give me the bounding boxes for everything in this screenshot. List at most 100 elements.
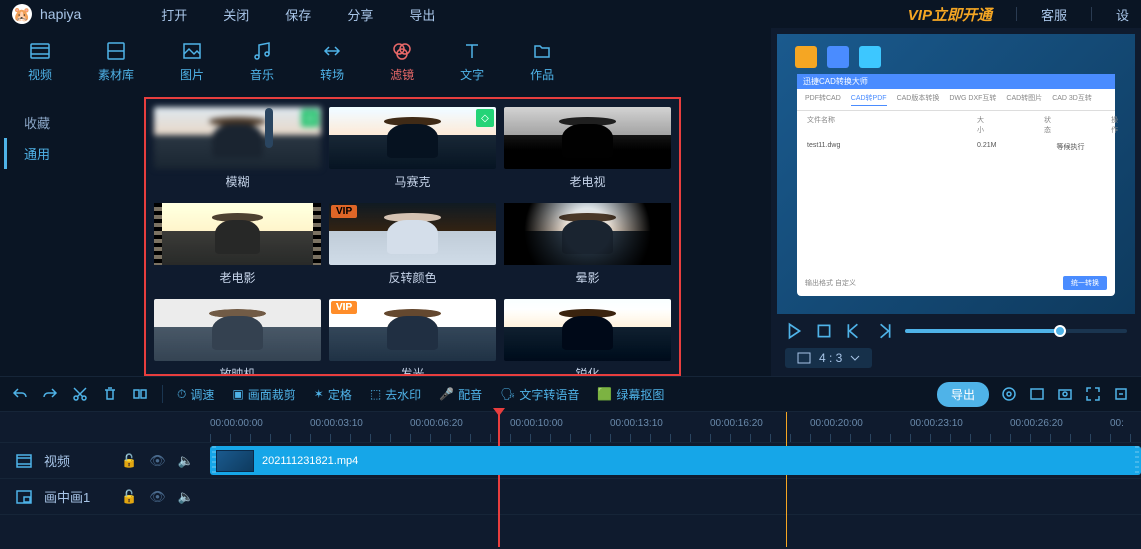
tab-text[interactable]: 文字 xyxy=(452,36,492,87)
next-button[interactable] xyxy=(875,322,893,340)
fit-icon[interactable] xyxy=(1085,386,1101,402)
tab-transition[interactable]: 转场 xyxy=(312,36,352,87)
filter-item[interactable]: 老电视 xyxy=(504,107,671,195)
cell-size: 0.21M xyxy=(977,142,996,152)
ruler-mark: 00:00:16:20 xyxy=(710,418,810,442)
stop-button[interactable] xyxy=(815,322,833,340)
separator xyxy=(162,385,163,403)
fullscreen-icon[interactable] xyxy=(1029,386,1045,402)
track-body[interactable] xyxy=(210,479,1141,514)
menu-export[interactable]: 导出 xyxy=(409,5,435,24)
nowm-icon: ⬚ xyxy=(370,387,381,401)
resource-tabs: 视频素材库图片音乐 转场滤镜文字 作品 xyxy=(0,28,771,87)
tab-library[interactable]: 素材库 xyxy=(90,36,142,87)
export-button[interactable]: 导出 xyxy=(937,382,989,407)
toolbar-label: 去水印 xyxy=(385,386,421,403)
filter-item[interactable]: 锐化 xyxy=(504,299,671,376)
sidebar-item-general[interactable]: 通用 xyxy=(4,138,144,169)
toolbar-label: 配音 xyxy=(458,386,482,403)
track-extra xyxy=(0,514,1141,532)
toolbar-matte[interactable]: 🟩绿幕抠图 xyxy=(597,386,664,403)
prev-button[interactable] xyxy=(845,322,863,340)
play-button[interactable] xyxy=(785,322,803,340)
filter-label: 晕影 xyxy=(575,269,599,286)
menu-close[interactable]: 关闭 xyxy=(223,5,249,24)
filter-label: 放映机 xyxy=(219,365,255,376)
support-link[interactable]: 客服 xyxy=(1041,5,1067,24)
freeze-icon: ✶ xyxy=(314,387,324,401)
ruler-mark: 00: xyxy=(1110,418,1141,442)
tab-video[interactable]: 视频 xyxy=(20,36,60,87)
ruler-mark: 00:00:23:10 xyxy=(910,418,1010,442)
lock-icon[interactable]: 🔓 xyxy=(121,489,137,505)
preview-table-row: test11.dwg 0.21M 等候执行 xyxy=(797,139,1115,155)
eye-icon[interactable]: 👁 xyxy=(149,489,166,505)
lock-icon[interactable]: 🔓 xyxy=(121,453,137,469)
preview-app-tabs: PDF转CADCAD转PDFCAD版本转换DWG DXF互转CAD转图片CAD … xyxy=(797,89,1115,111)
desktop-icon xyxy=(795,46,817,68)
track-body[interactable]: 202111231821.mp4 xyxy=(210,443,1141,478)
zoom-icon[interactable] xyxy=(1113,386,1129,402)
cut-button[interactable] xyxy=(72,386,88,402)
toolbar-freeze[interactable]: ✶定格 xyxy=(314,386,352,403)
eye-icon[interactable]: 👁 xyxy=(149,453,166,469)
preview-tab: CAD转PDF xyxy=(851,93,887,106)
filter-item[interactable]: VIP反转颜色 xyxy=(329,203,496,291)
settings-icon[interactable] xyxy=(1001,386,1017,402)
tab-label: 文字 xyxy=(460,66,484,83)
tab-image[interactable]: 图片 xyxy=(172,36,212,87)
menu-share[interactable]: 分享 xyxy=(347,5,373,24)
timeline: 00:00:00:0000:00:03:1000:00:06:2000:00:1… xyxy=(0,412,1141,532)
tab-works[interactable]: 作品 xyxy=(522,36,562,87)
col-size: 大小 xyxy=(977,115,984,135)
mute-icon[interactable]: 🔈 xyxy=(178,489,194,505)
redo-button[interactable] xyxy=(42,386,58,402)
time-ruler[interactable]: 00:00:00:0000:00:03:1000:00:06:2000:00:1… xyxy=(0,412,1141,442)
seek-handle[interactable] xyxy=(1054,325,1066,337)
toolbar-tts[interactable]: 🗣文字转语音 xyxy=(500,386,579,403)
filter-thumb: VIP xyxy=(329,299,496,361)
settings-link[interactable]: 设 xyxy=(1116,5,1129,24)
out-fmt-label: 输出格式 xyxy=(805,280,833,287)
tab-filter[interactable]: 滤镜 xyxy=(382,36,422,87)
ruler-mark: 00:00:03:10 xyxy=(310,418,410,442)
filter-label: 反转颜色 xyxy=(388,269,436,286)
toolbar-nowm[interactable]: ⬚ 去水印 xyxy=(370,386,421,403)
delete-button[interactable] xyxy=(102,386,118,402)
filter-item[interactable]: ◇马赛克 xyxy=(329,107,496,195)
scrollbar-thumb[interactable] xyxy=(265,108,273,148)
mute-icon[interactable]: 🔈 xyxy=(178,453,194,469)
menu-save[interactable]: 保存 xyxy=(285,5,311,24)
preview-table-header: 文件名称 大小 状态 操作 xyxy=(797,111,1115,139)
video-clip[interactable]: 202111231821.mp4 xyxy=(210,446,1141,475)
chevron-down-icon xyxy=(850,355,860,361)
snapshot-icon[interactable] xyxy=(1057,386,1073,402)
tab-label: 音乐 xyxy=(250,66,274,83)
sidebar-item-fav[interactable]: 收藏 xyxy=(4,107,144,138)
split-button[interactable] xyxy=(132,386,148,402)
player-controls xyxy=(771,314,1141,348)
preview-canvas: 迅捷CAD转换大师 PDF转CADCAD转PDFCAD版本转换DWG DXF互转… xyxy=(777,34,1135,314)
filter-item[interactable]: VIP发光 xyxy=(329,299,496,376)
filter-item[interactable]: ◇模糊 xyxy=(154,107,321,195)
filter-item[interactable]: 晕影 xyxy=(504,203,671,291)
toolbar-speed[interactable]: ⏱调速 xyxy=(177,386,214,403)
vip-promo[interactable]: VIP立即开通 xyxy=(908,4,992,25)
transition-icon xyxy=(321,40,343,62)
video-icon xyxy=(29,40,51,62)
filter-item[interactable]: 老电影 xyxy=(154,203,321,291)
menu-open[interactable]: 打开 xyxy=(161,5,187,24)
toolbar-dub[interactable]: 🎤配音 xyxy=(439,386,482,403)
divider xyxy=(1091,7,1092,21)
aspect-select[interactable]: 4 : 3 xyxy=(785,348,872,368)
seek-bar[interactable] xyxy=(905,329,1127,333)
toolbar-crop[interactable]: ▣画面裁剪 xyxy=(232,386,295,403)
tab-music[interactable]: 音乐 xyxy=(242,36,282,87)
undo-button[interactable] xyxy=(12,386,28,402)
track-pip: 画中画1 🔓 👁 🔈 xyxy=(0,478,1141,514)
preview-app-title: 迅捷CAD转换大师 xyxy=(797,74,1115,89)
badge-icon: ◇ xyxy=(476,109,494,127)
filter-item[interactable]: 放映机 xyxy=(154,299,321,376)
ruler-mark: 00:00:00:00 xyxy=(210,418,310,442)
preview-tab: CAD版本转换 xyxy=(897,93,940,106)
